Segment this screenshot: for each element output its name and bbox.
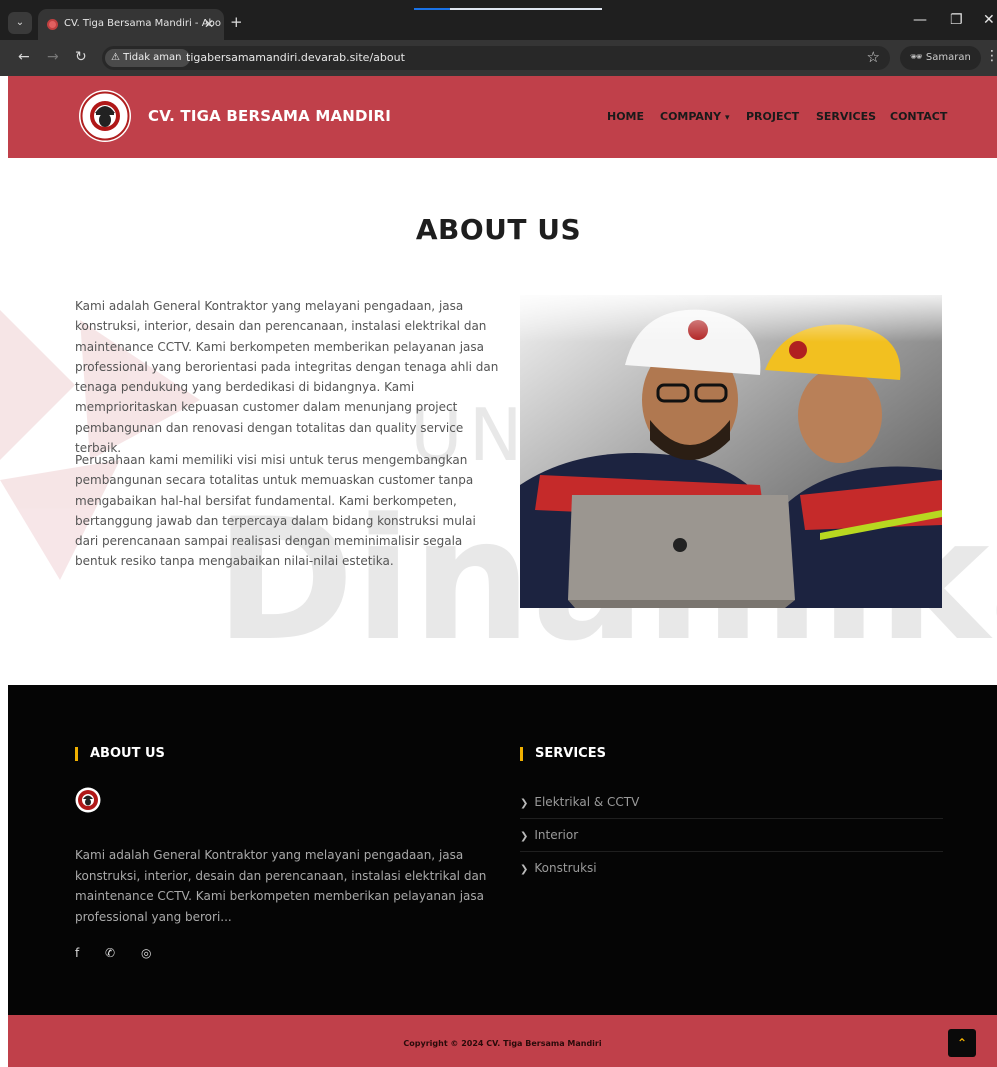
- warning-icon: ⚠: [111, 52, 120, 63]
- security-indicator[interactable]: ⚠ Tidak aman: [105, 49, 190, 67]
- back-arrow-icon[interactable]: ←: [18, 49, 30, 65]
- chevron-right-icon: ❯: [520, 798, 529, 809]
- reload-icon[interactable]: ↻: [75, 49, 87, 65]
- forward-arrow-icon[interactable]: →: [47, 49, 59, 65]
- nav-contact[interactable]: CONTACT: [890, 110, 947, 123]
- browser-tab-bar: ⌄ CV. Tiga Bersama Mandiri - Abo ✕ + — ❐…: [0, 0, 997, 40]
- company-logo[interactable]: [78, 89, 132, 143]
- security-label: Tidak aman: [123, 52, 182, 63]
- about-paragraph-2: Perusahaan kami memiliki visi misi untuk…: [75, 453, 476, 569]
- tab-search-button[interactable]: ⌄: [8, 12, 32, 34]
- copyright-bar: Copyright © 2024 CV. Tiga Bersama Mandir…: [8, 1015, 997, 1067]
- incognito-profile-button[interactable]: 🕶 Samaran: [900, 46, 981, 70]
- address-bar[interactable]: ⚠ Tidak aman tigabersamamandiri.devarab.…: [102, 46, 890, 70]
- bookmark-star-icon[interactable]: ☆: [867, 48, 880, 66]
- incognito-icon: 🕶: [910, 52, 923, 63]
- chevron-right-icon: ❯: [520, 864, 529, 875]
- nav-company-label: COMPANY: [660, 110, 722, 123]
- page-title: ABOUT US: [415, 213, 582, 246]
- loading-track: [450, 8, 602, 10]
- chevron-down-icon: ▾: [724, 113, 730, 123]
- restore-button[interactable]: ❐: [950, 12, 963, 28]
- site-footer: ABOUT US Kami adalah General Kontraktor …: [8, 685, 997, 1015]
- service-link-interior[interactable]: ❯ Interior: [520, 819, 943, 852]
- copyright-text: Copyright © 2024 CV. Tiga Bersama Mandir…: [403, 1039, 602, 1048]
- favicon-icon: [47, 19, 58, 30]
- profile-label: Samaran: [925, 52, 971, 63]
- facebook-icon[interactable]: f: [75, 946, 79, 960]
- browser-tab[interactable]: CV. Tiga Bersama Mandiri - Abo ✕: [38, 9, 224, 40]
- close-window-button[interactable]: ✕: [983, 12, 995, 28]
- browser-menu-icon[interactable]: ⋮: [985, 48, 997, 64]
- back-to-top-button[interactable]: ⌃: [948, 1029, 976, 1057]
- instagram-icon[interactable]: ◎: [141, 946, 151, 960]
- nav-company[interactable]: COMPANY ▾: [660, 110, 729, 123]
- footer-services-heading: SERVICES: [520, 747, 606, 761]
- chevron-right-icon: ❯: [520, 831, 529, 842]
- service-link-elektrikal[interactable]: ❯ Elektrikal & CCTV: [520, 786, 943, 819]
- minimize-button[interactable]: —: [913, 12, 927, 28]
- about-paragraph-1: Kami adalah General Kontraktor yang mela…: [75, 299, 499, 456]
- nav-project[interactable]: PROJECT: [746, 110, 799, 123]
- service-link-konstruksi[interactable]: ❯ Konstruksi: [520, 852, 943, 885]
- tab-title: CV. Tiga Bersama Mandiri - Abo: [64, 18, 222, 29]
- service-label: Konstruksi: [534, 861, 597, 875]
- footer-about-heading: ABOUT US: [75, 747, 165, 761]
- service-label: Interior: [534, 828, 579, 842]
- new-tab-button[interactable]: +: [230, 13, 243, 31]
- tab-close-icon[interactable]: ✕: [204, 9, 214, 39]
- footer-about-text: Kami adalah General Kontraktor yang mela…: [75, 848, 487, 924]
- service-label: Elektrikal & CCTV: [534, 795, 640, 809]
- site-header: CV. TIGA BERSAMA MANDIRI HOME COMPANY ▾ …: [8, 76, 997, 158]
- footer-logo: [75, 787, 101, 813]
- browser-toolbar: ← → ↻ ⚠ Tidak aman tigabersamamandiri.de…: [0, 40, 997, 76]
- brand-name[interactable]: CV. TIGA BERSAMA MANDIRI: [148, 107, 391, 125]
- whatsapp-icon[interactable]: ✆: [105, 946, 115, 960]
- loading-indicator: [414, 8, 450, 10]
- nav-services[interactable]: SERVICES: [816, 110, 876, 123]
- workers-photo: [520, 295, 942, 608]
- nav-home[interactable]: HOME: [607, 110, 644, 123]
- url-text[interactable]: tigabersamamandiri.devarab.site/about: [186, 46, 405, 70]
